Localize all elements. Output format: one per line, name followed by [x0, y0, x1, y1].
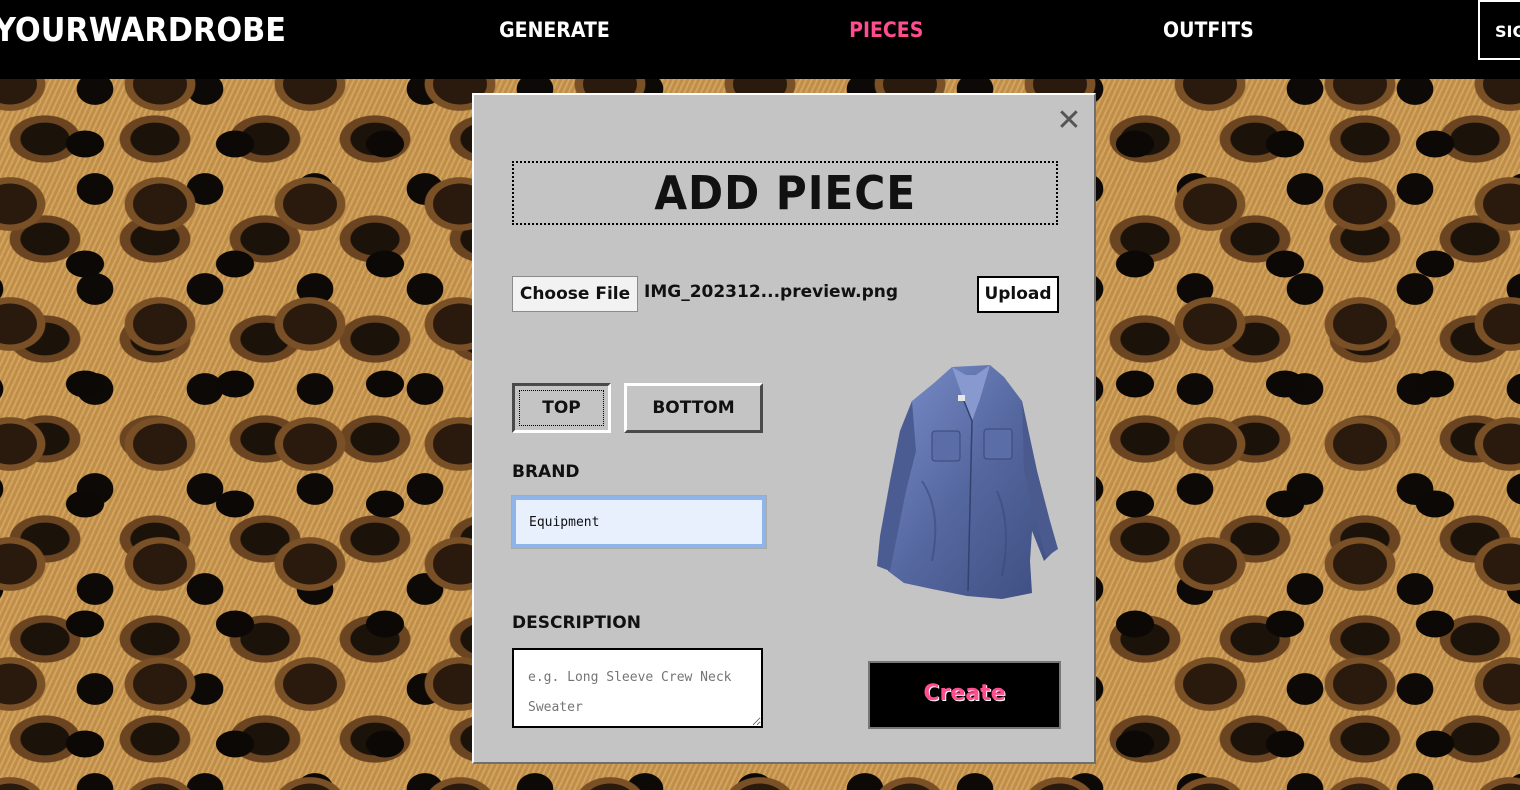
shirt-icon: [877, 365, 1058, 599]
nav-generate[interactable]: GENERATE: [499, 18, 610, 42]
modal-title: ADD PIECE: [654, 166, 916, 220]
type-bottom-button[interactable]: BOTTOM: [624, 383, 763, 433]
choose-file-button[interactable]: Choose File: [512, 276, 638, 312]
site-logo[interactable]: YOURWARDROBE: [0, 10, 286, 49]
brand-input[interactable]: [511, 495, 767, 549]
nav-pieces[interactable]: PIECES: [849, 18, 923, 42]
type-top-label: TOP: [519, 390, 604, 426]
create-button[interactable]: Create: [868, 661, 1061, 729]
top-nav: YOURWARDROBE GENERATE PIECES OUTFITS SIG…: [0, 0, 1520, 79]
sign-in-button[interactable]: SIGN IN: [1478, 0, 1520, 60]
upload-button[interactable]: Upload: [977, 276, 1059, 313]
description-label: DESCRIPTION: [512, 613, 641, 633]
brand-label: BRAND: [512, 462, 580, 482]
modal-title-box: ADD PIECE: [512, 161, 1058, 225]
nav-outfits[interactable]: OUTFITS: [1163, 18, 1254, 42]
close-icon[interactable]: ✕: [1054, 106, 1084, 136]
piece-preview-image: [872, 361, 1062, 606]
selected-file-name: IMG_202312...preview.png: [644, 282, 899, 302]
description-input[interactable]: [512, 648, 763, 728]
type-top-button[interactable]: TOP: [512, 383, 611, 433]
add-piece-modal: ✕ ADD PIECE Choose File IMG_202312...pre…: [472, 93, 1096, 764]
